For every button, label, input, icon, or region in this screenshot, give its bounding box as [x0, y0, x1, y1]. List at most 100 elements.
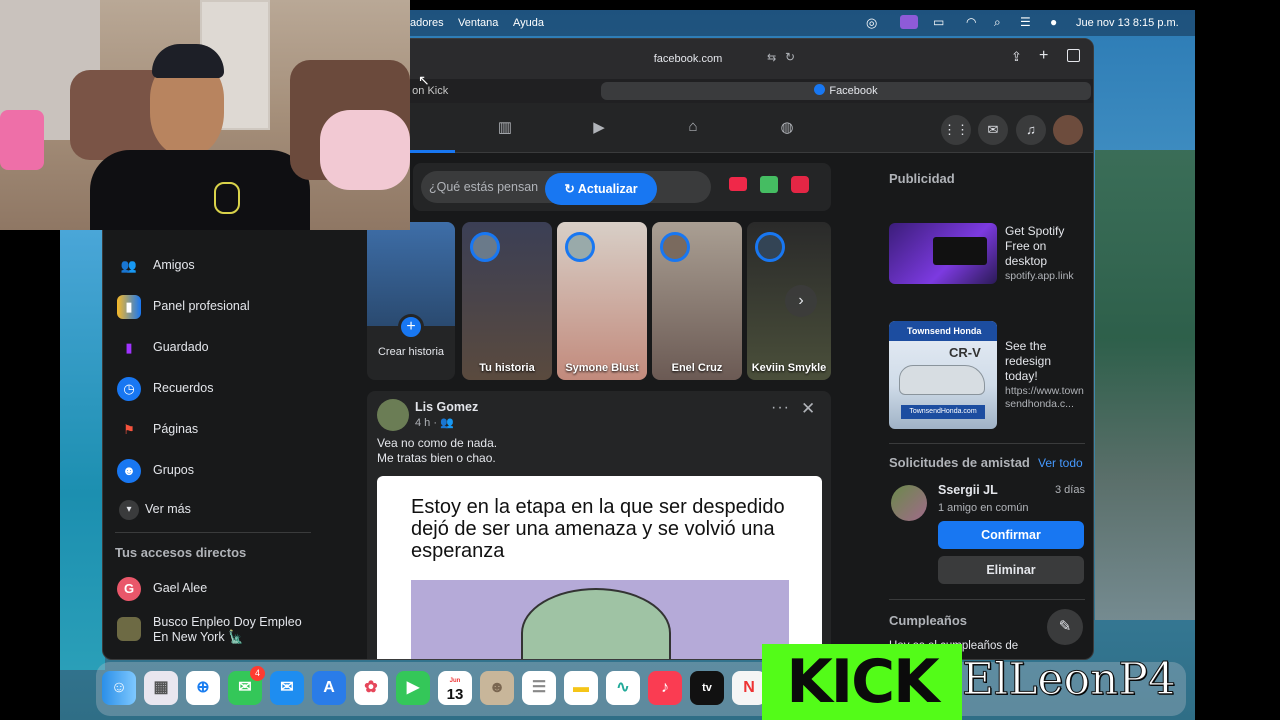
webcam-shirt-logo — [214, 182, 240, 214]
finder-icon[interactable]: ☺ — [102, 671, 136, 705]
translate-icon[interactable]: ⇆ — [767, 51, 776, 64]
avatar[interactable] — [377, 399, 409, 431]
meme-text: Estoy en la etapa en la que ser despedid… — [411, 496, 785, 562]
close-icon[interactable]: ✕ — [801, 399, 815, 419]
request-days: 3 días — [1055, 484, 1085, 496]
tab-overview-icon[interactable] — [1067, 49, 1080, 62]
calendar-icon[interactable]: Jun 13 — [438, 671, 472, 705]
post-time[interactable]: 4 h · 👥 — [415, 416, 454, 429]
notifications-bell-icon[interactable]: ♫ — [1016, 115, 1046, 145]
request-mutual: 1 amigo en común — [938, 502, 1029, 514]
notes-icon[interactable]: ▬ — [564, 671, 598, 705]
menu-grid-icon[interactable]: ⋮⋮ — [941, 115, 971, 145]
post-author[interactable]: Lis Gomez — [415, 400, 478, 414]
story-symone-blust[interactable]: Symone Blust — [557, 222, 647, 380]
reminders-icon[interactable]: ☰ — [522, 671, 556, 705]
wifi-icon[interactable]: ◠ — [966, 15, 976, 29]
mail-icon[interactable]: ✉ — [270, 671, 304, 705]
control-center-icon[interactable]: ☰ — [1020, 15, 1031, 29]
left-sidebar: 👥 Amigos ▮ Panel profesional ▮ Guardado … — [103, 229, 353, 659]
story-create[interactable]: + Crear historia — [367, 222, 455, 380]
menu-item-ayuda[interactable]: Ayuda — [513, 17, 544, 29]
more-options-icon[interactable]: ··· — [771, 399, 790, 417]
photos-icon[interactable]: ✿ — [354, 671, 388, 705]
bookmark-icon: ▮ — [125, 340, 133, 355]
new-tab-icon[interactable]: + — [1039, 47, 1048, 65]
siri-icon[interactable]: ● — [1050, 15, 1057, 29]
siri-status-icon[interactable]: ◎ — [866, 15, 877, 31]
battery-icon[interactable]: ▭ — [933, 15, 944, 29]
screen-record-icon[interactable] — [900, 15, 918, 29]
stories-next-chevron-icon[interactable]: › — [785, 285, 817, 317]
right-divider — [889, 443, 1085, 444]
freeform-icon[interactable]: ∿ — [606, 671, 640, 705]
confirm-button[interactable]: Confirmar — [938, 521, 1084, 549]
avatar[interactable] — [891, 485, 927, 521]
avatar: G — [117, 577, 141, 601]
home-active-indicator — [403, 150, 455, 153]
story-enel-cruz[interactable]: Enel Cruz — [652, 222, 742, 380]
friends-icon: 👥 — [120, 258, 138, 273]
update-button-label: Actualizar — [577, 182, 638, 196]
menu-item-ventana[interactable]: Ventana — [458, 17, 498, 29]
story-tu-historia[interactable]: Tu historia — [462, 222, 552, 380]
request-name[interactable]: Ssergii JL — [938, 483, 998, 497]
news-icon[interactable]: N — [732, 671, 766, 705]
wallpaper-lake — [60, 230, 105, 670]
apple-tv-icon[interactable]: tv — [690, 671, 724, 705]
dashboard-icon: ▮ — [117, 295, 141, 319]
sidebar-item-label: Recuerdos — [153, 381, 214, 395]
marketplace-nav-icon[interactable]: ⌂ — [683, 118, 703, 138]
safari-icon[interactable]: ⊕ — [186, 671, 220, 705]
webcam-person-shirt — [90, 150, 310, 230]
squidward-figure — [521, 588, 671, 659]
app-store-icon[interactable]: A — [312, 671, 346, 705]
delete-button[interactable]: Eliminar — [938, 556, 1084, 584]
webcam-pink-toy — [0, 110, 44, 170]
menubar-datetime[interactable]: Jue nov 13 8:15 p.m. — [1076, 17, 1179, 29]
live-video-icon[interactable] — [729, 177, 747, 191]
menu-item-marcadores[interactable]: adores — [410, 17, 444, 29]
new-message-icon[interactable]: ✎ — [1047, 609, 1083, 645]
reload-icon[interactable]: ↻ — [785, 50, 795, 64]
see-all-link[interactable]: Ver todo — [1038, 456, 1083, 470]
story-create-photo — [367, 222, 455, 326]
right-divider — [889, 599, 1085, 600]
spotlight-search-icon[interactable]: ⌕ — [994, 15, 1001, 30]
update-button[interactable]: ↻ Actualizar — [545, 173, 657, 205]
launchpad-icon[interactable]: ▦ — [144, 671, 178, 705]
watch-nav-icon[interactable]: ▶ — [589, 118, 609, 138]
ad-honda-site: TownsendHonda.com — [901, 405, 985, 419]
contacts-icon[interactable]: ☻ — [480, 671, 514, 705]
ad-spotify-title[interactable]: Get Spotify Free on desktop — [1005, 224, 1085, 269]
photo-icon[interactable] — [760, 176, 778, 193]
refresh-icon: ↻ — [564, 182, 578, 196]
mouse-cursor-icon: ↖ — [418, 72, 430, 88]
story-name: Keviin Smykle — [751, 362, 827, 374]
music-icon[interactable]: ♪ — [648, 671, 682, 705]
ad-honda-url[interactable]: https://www.townsendhonda.c... — [1005, 385, 1085, 411]
facebook-favicon-icon — [814, 84, 826, 95]
share-icon[interactable]: ⇪ — [1011, 49, 1022, 65]
ad-car-graphic — [899, 365, 985, 395]
post-composer: ¿Qué estás pensan ↻ Actualizar — [413, 163, 831, 211]
gaming-nav-icon[interactable]: ◍ — [777, 118, 797, 138]
see-more-label: Ver más — [145, 502, 191, 516]
ad-spotify-url[interactable]: spotify.app.link — [1005, 270, 1074, 282]
sidebar-item-label: Páginas — [153, 422, 199, 436]
messenger-icon[interactable]: ✉ — [978, 115, 1008, 145]
story-avatar — [660, 232, 690, 262]
dashboard-nav-icon[interactable]: ▥ — [495, 118, 515, 138]
facetime-icon[interactable]: ▶ — [396, 671, 430, 705]
ad-spotify-image[interactable] — [889, 223, 997, 284]
ad-honda-title[interactable]: See the redesign today! — [1005, 339, 1085, 384]
profile-avatar[interactable] — [1053, 115, 1083, 145]
tab-kick[interactable]: e on Kick — [403, 82, 593, 100]
post-meme-image[interactable]: Estoy en la etapa en la que ser despedid… — [377, 476, 822, 659]
ad-honda-image[interactable]: Townsend Honda CR-V TownsendHonda.com — [889, 321, 997, 429]
reel-icon[interactable] — [791, 176, 809, 193]
ads-title: Publicidad — [889, 171, 955, 186]
friends-audience-icon: 👥 — [440, 417, 454, 429]
shortcuts-title: Tus accesos directos — [115, 545, 247, 560]
tab-facebook[interactable]: Facebook — [601, 82, 1091, 100]
